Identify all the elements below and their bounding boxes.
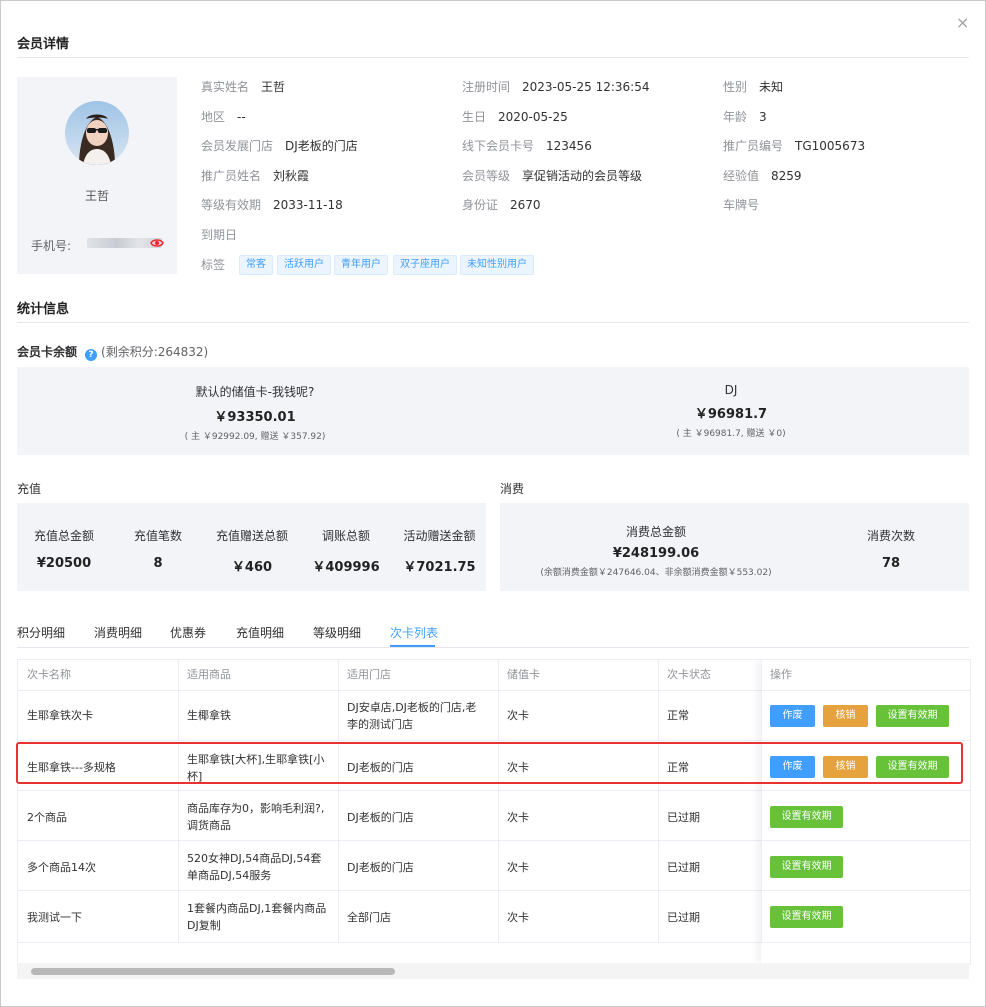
dialog-title: 会员详情: [17, 37, 70, 52]
tab-points[interactable]: 积分明细: [17, 624, 65, 641]
eye-icon[interactable]: [150, 237, 164, 249]
tags-label: 标签: [201, 258, 226, 272]
info-region: 地区 --: [201, 110, 246, 124]
cell-goods: 生椰拿铁: [187, 709, 231, 722]
balance-cards: 默认的储值卡-我钱呢? ￥93350.01 ( 主 ￥92992.09, 赠送 …: [17, 367, 969, 455]
avatar: [65, 101, 129, 165]
stats-title: 统计信息: [17, 302, 70, 317]
stat-recharge-total: 充值总金额 ¥20500: [33, 529, 94, 571]
column-header: 储值卡: [507, 668, 540, 681]
column-header: 适用门店: [347, 668, 391, 681]
cell-status: 正常: [667, 709, 689, 722]
tab-recharge[interactable]: 充值明细: [236, 624, 284, 641]
highlight-box: [16, 742, 963, 784]
cell-goods: 520女神DJ,54商品DJ,54套单商品DJ,54服务: [187, 852, 322, 882]
cell-goods: 1套餐内商品DJ,1套餐内商品DJ复制: [187, 902, 327, 932]
cell-store: DJ老板的门店: [347, 811, 414, 824]
info-store: 会员发展门店 DJ老板的门店: [201, 139, 358, 153]
cell-status: 已过期: [667, 861, 700, 874]
cell-card: 次卡: [507, 911, 529, 924]
info-experience: 经验值 8259: [723, 169, 802, 183]
stat-recharge-gift: 充值赠送总额 ￥460: [215, 529, 288, 575]
balance-header: 会员卡余额? (剩余积分:264832): [17, 345, 209, 361]
fixed-column-shadow: [761, 660, 970, 964]
phone-label: 手机号:: [31, 239, 72, 253]
info-age: 年龄 3: [723, 110, 767, 124]
help-icon[interactable]: ?: [85, 349, 98, 361]
column-header: 适用商品: [187, 668, 231, 681]
balance-card: DJ ￥96981.7 ( 主 ￥96981.7, 赠送 ￥0): [676, 383, 786, 439]
stat-recharge-count: 充值笔数 8: [133, 529, 182, 571]
info-card-no: 线下会员卡号 123456: [462, 139, 592, 153]
cell-store: DJ安卓店,DJ老板的门店,老李的测试门店: [347, 701, 477, 731]
column-header: 次卡状态: [667, 668, 711, 681]
divider: [17, 57, 969, 58]
cell-name: 2个商品: [27, 811, 67, 824]
info-real-name: 真实姓名 王哲: [201, 80, 286, 94]
scrollbar-thumb[interactable]: [31, 968, 395, 975]
info-gender: 性别 未知: [723, 80, 784, 94]
tag: 常客: [239, 255, 273, 275]
profile-card: 王哲 手机号:: [17, 77, 177, 274]
tag: 活跃用户: [277, 255, 331, 275]
consume-label: 消费: [500, 482, 525, 496]
info-birthday: 生日 2020-05-25: [462, 110, 568, 124]
detail-tabs: 积分明细 消费明细 优惠券 充值明细 等级明细 次卡列表: [17, 617, 969, 648]
tab-coupons[interactable]: 优惠券: [170, 624, 206, 641]
tag: 未知性别用户: [460, 255, 534, 275]
cell-card: 次卡: [507, 861, 529, 874]
info-promoter-name: 推广员姓名 刘秋霞: [201, 169, 310, 183]
close-icon[interactable]: ×: [956, 15, 969, 31]
column-header: 次卡名称: [27, 668, 71, 681]
cell-store: DJ老板的门店: [347, 861, 414, 874]
cell-name: 生耶拿铁次卡: [27, 709, 93, 722]
stat-adjust-total: 调账总额 ￥409996: [312, 529, 380, 575]
tab-level[interactable]: 等级明细: [313, 624, 361, 641]
cell-status: 已过期: [667, 911, 700, 924]
divider: [17, 322, 969, 323]
count-card-table: 次卡名称 适用商品 适用门店 储值卡 次卡状态 操作 生耶拿铁次卡 生椰拿铁 D…: [17, 659, 971, 965]
info-member-level: 会员等级 享促销活动的会员等级: [462, 169, 643, 183]
stat-activity-gift: 活动赠送金额 ￥7021.75: [403, 529, 476, 575]
recharge-stats: 充值总金额 ¥20500 充值笔数 8 充值赠送总额 ￥460 调账总额 ￥409996…: [17, 503, 486, 591]
info-id-card: 身份证 2670: [462, 198, 541, 212]
info-register-time: 注册时间 2023-05-25 12:36:54: [462, 80, 650, 94]
recharge-label: 充值: [17, 482, 42, 496]
info-expiry: 到期日: [201, 228, 238, 242]
cell-store: 全部门店: [347, 911, 391, 924]
cell-name: 多个商品14次: [27, 861, 96, 874]
member-detail-dialog: × 会员详情 王哲 手机号: 真实姓名 王哲 地区 -- 会员发展门店 DJ老板…: [0, 0, 986, 1007]
horizontal-scrollbar[interactable]: [17, 963, 969, 979]
balance-card: 默认的储值卡-我钱呢? ￥93350.01 ( 主 ￥92992.09, 赠送 …: [184, 385, 326, 442]
cell-card: 次卡: [507, 811, 529, 824]
stat-consume-total: 消费总金额 ¥248199.06 (余额消费金额￥247646.04、非余额消费…: [540, 525, 772, 578]
tab-count-cards[interactable]: 次卡列表: [390, 624, 438, 641]
consume-stats: 消费总金额 ¥248199.06 (余额消费金额￥247646.04、非余额消费…: [500, 503, 969, 591]
info-plate-no: 车牌号: [723, 198, 760, 212]
tab-consume[interactable]: 消费明细: [94, 624, 142, 641]
cell-card: 次卡: [507, 709, 529, 722]
info-promoter-code: 推广员编号 TG1005673: [723, 139, 866, 153]
tag: 双子座用户: [393, 255, 457, 275]
cell-goods: 商品库存为0，影响毛利润?,调货商品: [187, 802, 325, 832]
active-tab-indicator: [390, 645, 435, 647]
info-level-validity: 等级有效期 2033-11-18: [201, 198, 343, 212]
profile-name: 王哲: [84, 189, 109, 203]
cell-status: 已过期: [667, 811, 700, 824]
tag: 青年用户: [334, 255, 388, 275]
cell-name: 我测试一下: [27, 911, 82, 924]
stat-consume-count: 消费次数 78: [866, 529, 915, 571]
